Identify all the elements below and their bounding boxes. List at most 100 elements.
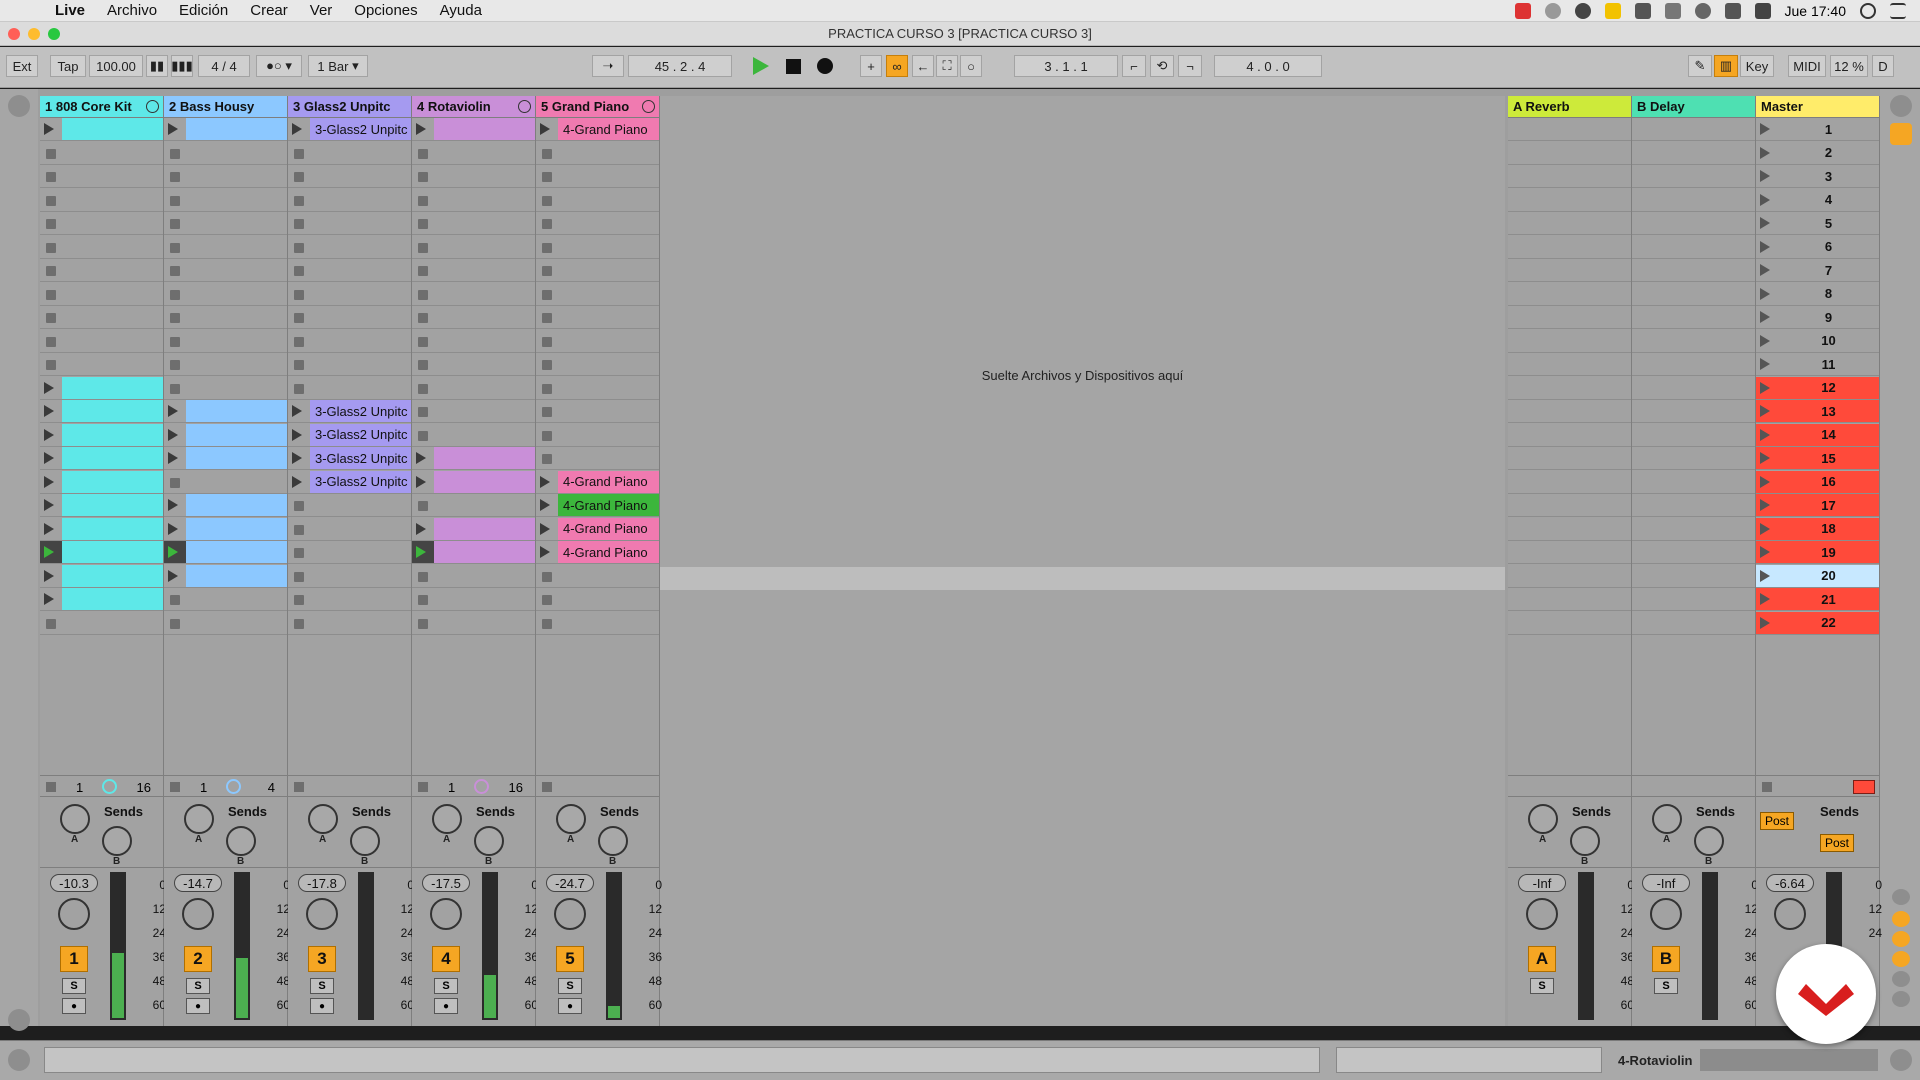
clip-stop-icon[interactable] <box>170 336 180 347</box>
pan-knob[interactable] <box>306 898 338 930</box>
clip-slot[interactable] <box>412 377 535 400</box>
clip-stop-icon[interactable] <box>170 477 180 488</box>
clip-stop-icon[interactable] <box>170 289 180 300</box>
clip-stop-icon[interactable] <box>170 313 180 323</box>
clip-stop-icon[interactable] <box>418 148 428 159</box>
clip-stop-icon[interactable] <box>542 618 552 629</box>
clip-slot[interactable] <box>40 330 163 353</box>
scene-slot[interactable]: 3 <box>1756 165 1879 188</box>
clip-stop-icon[interactable] <box>542 336 552 347</box>
scene-slot[interactable]: 15 <box>1756 447 1879 470</box>
clip-launch-icon[interactable] <box>44 405 54 417</box>
pan-knob[interactable] <box>554 898 586 930</box>
clip-launch-icon[interactable] <box>44 546 54 558</box>
clip[interactable] <box>434 517 535 540</box>
scene-launch-icon[interactable] <box>1760 193 1770 206</box>
clip-launch-icon[interactable] <box>168 405 178 417</box>
song-position-field[interactable]: 45 . 2 . 4 <box>628 55 732 77</box>
clip-stop-icon[interactable] <box>46 148 56 159</box>
clip-slot[interactable]: 3-Glass2 Unpitc <box>288 400 411 423</box>
clip-stop-icon[interactable] <box>170 242 180 253</box>
clip-launch-icon[interactable] <box>416 123 426 135</box>
close-window-icon[interactable] <box>8 28 20 40</box>
volume-readout[interactable]: -17.5 <box>422 874 470 892</box>
clip-stop-icon[interactable] <box>418 289 428 300</box>
clip[interactable]: 3-Glass2 Unpitc <box>310 400 411 422</box>
clip-slot[interactable] <box>412 283 535 306</box>
clip-launch-icon[interactable] <box>292 452 302 464</box>
browser-toggle-icon[interactable] <box>8 95 30 117</box>
clip-launch-icon[interactable] <box>540 546 550 558</box>
clip[interactable] <box>434 447 535 469</box>
track-fold-icon[interactable] <box>146 100 159 113</box>
scene-slot[interactable]: 10 <box>1756 330 1879 353</box>
wifi-icon[interactable] <box>1754 3 1771 19</box>
clip-stop-icon[interactable] <box>294 501 304 511</box>
clip-slot[interactable] <box>40 283 163 306</box>
crossfader-toggle-icon[interactable] <box>1892 971 1910 987</box>
arrangement-view-icon[interactable] <box>1890 95 1912 117</box>
clip-stop-icon[interactable] <box>418 360 428 370</box>
clip[interactable] <box>186 118 287 140</box>
clip-slot[interactable] <box>288 612 411 635</box>
scene-slot[interactable]: 1 <box>1756 118 1879 141</box>
clip-stop-icon[interactable] <box>294 360 304 370</box>
quantization-menu[interactable]: 1 Bar ▾ <box>308 55 368 77</box>
clip-slot[interactable] <box>288 588 411 611</box>
scene-slot[interactable]: 11 <box>1756 353 1879 376</box>
clip-stop-icon[interactable] <box>170 219 180 229</box>
master-header[interactable]: Master <box>1756 96 1879 118</box>
clip-slot[interactable] <box>164 189 287 212</box>
clip-launch-icon[interactable] <box>540 123 550 135</box>
clip-slot[interactable] <box>40 376 163 400</box>
clip-stop-icon[interactable] <box>542 148 552 159</box>
arm-button[interactable]: ● <box>558 998 582 1014</box>
clip-slot[interactable] <box>164 447 287 470</box>
solo-button[interactable]: S <box>558 978 582 994</box>
clip-slot[interactable] <box>40 236 163 259</box>
clip[interactable] <box>62 541 163 563</box>
clip-stop-icon[interactable] <box>418 407 428 417</box>
metronome-button[interactable]: ●○ ▾ <box>256 55 302 77</box>
clip-stop-icon[interactable] <box>418 501 428 511</box>
clip-slot[interactable] <box>412 588 535 611</box>
clip-slot[interactable] <box>40 494 163 517</box>
clip-slot[interactable] <box>536 306 659 329</box>
clip-stop-icon[interactable] <box>542 242 552 253</box>
clip-stop-icon[interactable] <box>46 172 56 182</box>
clip-slot[interactable] <box>164 259 287 282</box>
clip-slot[interactable] <box>164 165 287 188</box>
clip-slot[interactable] <box>412 565 535 588</box>
clip-slot[interactable] <box>412 424 535 447</box>
clip-stop-icon[interactable] <box>170 148 180 159</box>
clip-stop-icon[interactable] <box>542 195 552 206</box>
automation-arm-icon[interactable]: ∞ <box>886 55 908 77</box>
clip-slot[interactable] <box>288 283 411 306</box>
track-activator-button[interactable]: 3 <box>308 946 336 972</box>
track-activator-button[interactable]: 1 <box>60 946 88 972</box>
clip-slot[interactable] <box>412 330 535 353</box>
clip-stop-icon[interactable] <box>170 195 180 206</box>
track-activator-button[interactable]: 5 <box>556 946 584 972</box>
ext-sync-button[interactable]: Ext <box>6 55 38 77</box>
zoom-window-icon[interactable] <box>48 28 60 40</box>
clip-stop-icon[interactable] <box>542 571 552 582</box>
clip-stop-icon[interactable] <box>46 336 56 347</box>
clip-slot[interactable] <box>40 564 163 588</box>
menu-crear[interactable]: Crear <box>239 2 299 19</box>
scene-launch-icon[interactable] <box>1760 287 1770 300</box>
clip[interactable] <box>434 118 535 140</box>
send-a-knob[interactable] <box>556 804 586 834</box>
clip-slot[interactable] <box>164 330 287 353</box>
clip-launch-icon[interactable] <box>44 593 54 605</box>
clip-slot[interactable] <box>40 353 163 376</box>
clip-slot[interactable] <box>536 447 659 470</box>
clip-slot[interactable] <box>412 541 535 564</box>
solo-button[interactable]: S <box>1530 978 1554 994</box>
clip-launch-icon[interactable] <box>44 522 54 535</box>
solo-button[interactable]: S <box>62 978 86 994</box>
punch-in-icon[interactable]: ⌐ <box>1122 55 1146 77</box>
clip-slot[interactable] <box>412 165 535 188</box>
clip[interactable] <box>186 494 287 516</box>
send-b-knob[interactable] <box>226 826 256 856</box>
